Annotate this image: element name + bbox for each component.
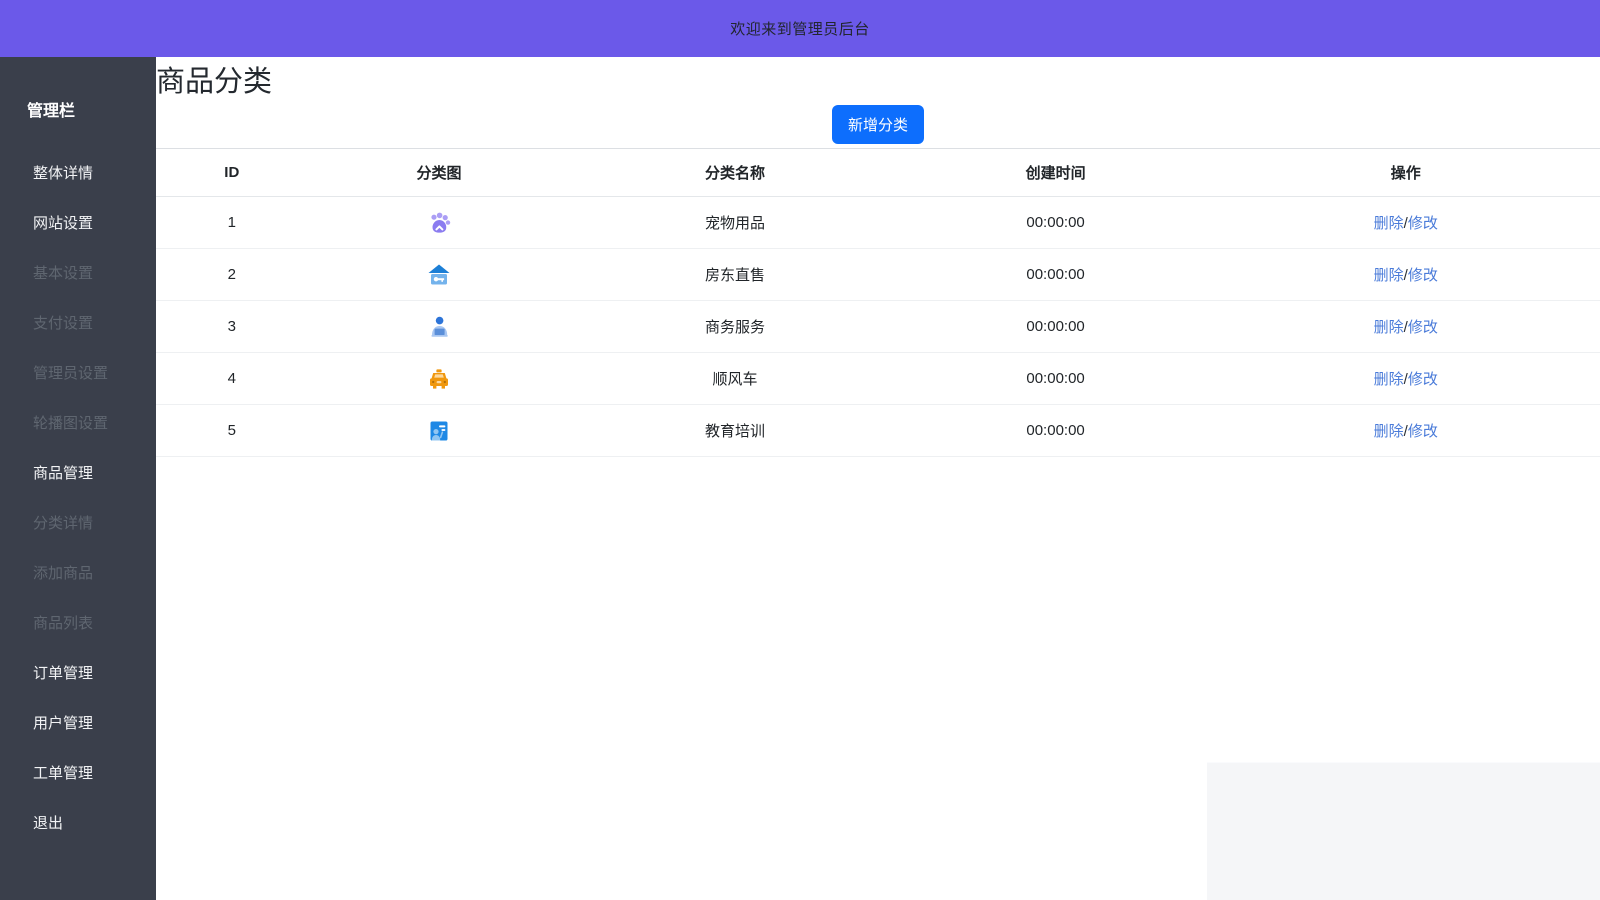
cell-time: 00:00:00: [899, 352, 1212, 405]
sidebar-item-user-mgmt[interactable]: 用户管理: [0, 699, 156, 749]
house-key-icon: [425, 261, 453, 289]
taxi-icon: [425, 365, 453, 393]
column-header-4: 操作: [1211, 148, 1600, 197]
column-header-0: ID: [156, 148, 308, 197]
table-row: 5 教育培训 00:00:00 删除/修改: [156, 404, 1600, 457]
table-row: 1 宠物用品 00:00:00 删除/修改: [156, 196, 1600, 249]
delete-link[interactable]: 删除: [1374, 319, 1404, 336]
delete-link[interactable]: 删除: [1374, 371, 1404, 388]
add-category-button[interactable]: 新增分类: [831, 105, 924, 144]
sidebar-item-add-product[interactable]: 添加商品: [0, 549, 156, 599]
sidebar-item-payment-settings[interactable]: 支付设置: [0, 299, 156, 349]
category-table-body: 1 宠物用品 00:00:00 删除/修改 2 房东直售 00:00:00 删除…: [156, 196, 1600, 457]
cell-id: 1: [156, 196, 308, 249]
sidebar-item-logout[interactable]: 退出: [0, 799, 156, 849]
table-row: 4 顺风车 00:00:00 删除/修改: [156, 352, 1600, 405]
cell-time: 00:00:00: [899, 196, 1212, 249]
cell-time: 00:00:00: [899, 404, 1212, 457]
sidebar-item-overview[interactable]: 整体详情: [0, 149, 156, 199]
cell-name: 宠物用品: [570, 196, 900, 249]
topbar: 欢迎来到管理员后台: [0, 0, 1600, 57]
sidebar-item-carousel-settings[interactable]: 轮播图设置: [0, 399, 156, 449]
cell-name: 顺风车: [570, 352, 900, 405]
person-laptop-icon: [425, 313, 453, 341]
column-header-1: 分类图: [307, 148, 571, 197]
sidebar-item-site-settings[interactable]: 网站设置: [0, 199, 156, 249]
cell-id: 3: [156, 300, 308, 353]
paw-icon: [425, 209, 453, 237]
table-row: 3 商务服务 00:00:00 删除/修改: [156, 300, 1600, 353]
cell-time: 00:00:00: [899, 300, 1212, 353]
sidebar-item-category-detail[interactable]: 分类详情: [0, 499, 156, 549]
table-header-row: ID 分类图 分类名称 创建时间 操作: [156, 148, 1600, 197]
delete-link[interactable]: 删除: [1374, 215, 1404, 232]
cell-name: 房东直售: [570, 248, 900, 301]
sidebar-menu: 整体详情 网站设置 基本设置 支付设置 管理员设置 轮播图设置 商品管理 分类详情 添加商品 商品…: [0, 149, 156, 849]
sidebar-item-product-list[interactable]: 商品列表: [0, 599, 156, 649]
corner-panel: [1207, 762, 1600, 900]
delete-link[interactable]: 删除: [1374, 267, 1404, 284]
sidebar-item-admin-settings[interactable]: 管理员设置: [0, 349, 156, 399]
delete-link[interactable]: 删除: [1374, 423, 1404, 440]
sidebar-item-basic-settings[interactable]: 基本设置: [0, 249, 156, 299]
cell-name: 商务服务: [570, 300, 900, 353]
sidebar-title: 管理栏: [27, 103, 76, 120]
modify-link[interactable]: 修改: [1408, 267, 1438, 284]
table-row: 2 房东直售 00:00:00 删除/修改: [156, 248, 1600, 301]
modify-link[interactable]: 修改: [1408, 423, 1438, 440]
cell-id: 2: [156, 248, 308, 301]
welcome-text: 欢迎来到管理员后台: [730, 21, 870, 38]
toolbar: 新增分类: [156, 105, 1600, 144]
cell-name: 教育培训: [570, 404, 900, 457]
cell-time: 00:00:00: [899, 248, 1212, 301]
column-header-2: 分类名称: [570, 148, 900, 197]
page-title: 商品分类: [156, 66, 273, 98]
modify-link[interactable]: 修改: [1408, 215, 1438, 232]
sidebar-item-ticket-mgmt[interactable]: 工单管理: [0, 749, 156, 799]
column-header-3: 创建时间: [899, 148, 1212, 197]
modify-link[interactable]: 修改: [1408, 319, 1438, 336]
education-icon: [425, 417, 453, 445]
sidebar-item-product-mgmt[interactable]: 商品管理: [0, 449, 156, 499]
category-table: ID 分类图 分类名称 创建时间 操作 1 宠物用品 00:00:00 删除/修改 2 …: [156, 148, 1600, 457]
cell-id: 5: [156, 404, 308, 457]
modify-link[interactable]: 修改: [1408, 371, 1438, 388]
cell-id: 4: [156, 352, 308, 405]
sidebar: 管理栏 整体详情 网站设置 基本设置 支付设置 管理员设置 轮播图设置 商品管理 分类详情 添加…: [0, 57, 156, 900]
sidebar-item-order-mgmt[interactable]: 订单管理: [0, 649, 156, 699]
